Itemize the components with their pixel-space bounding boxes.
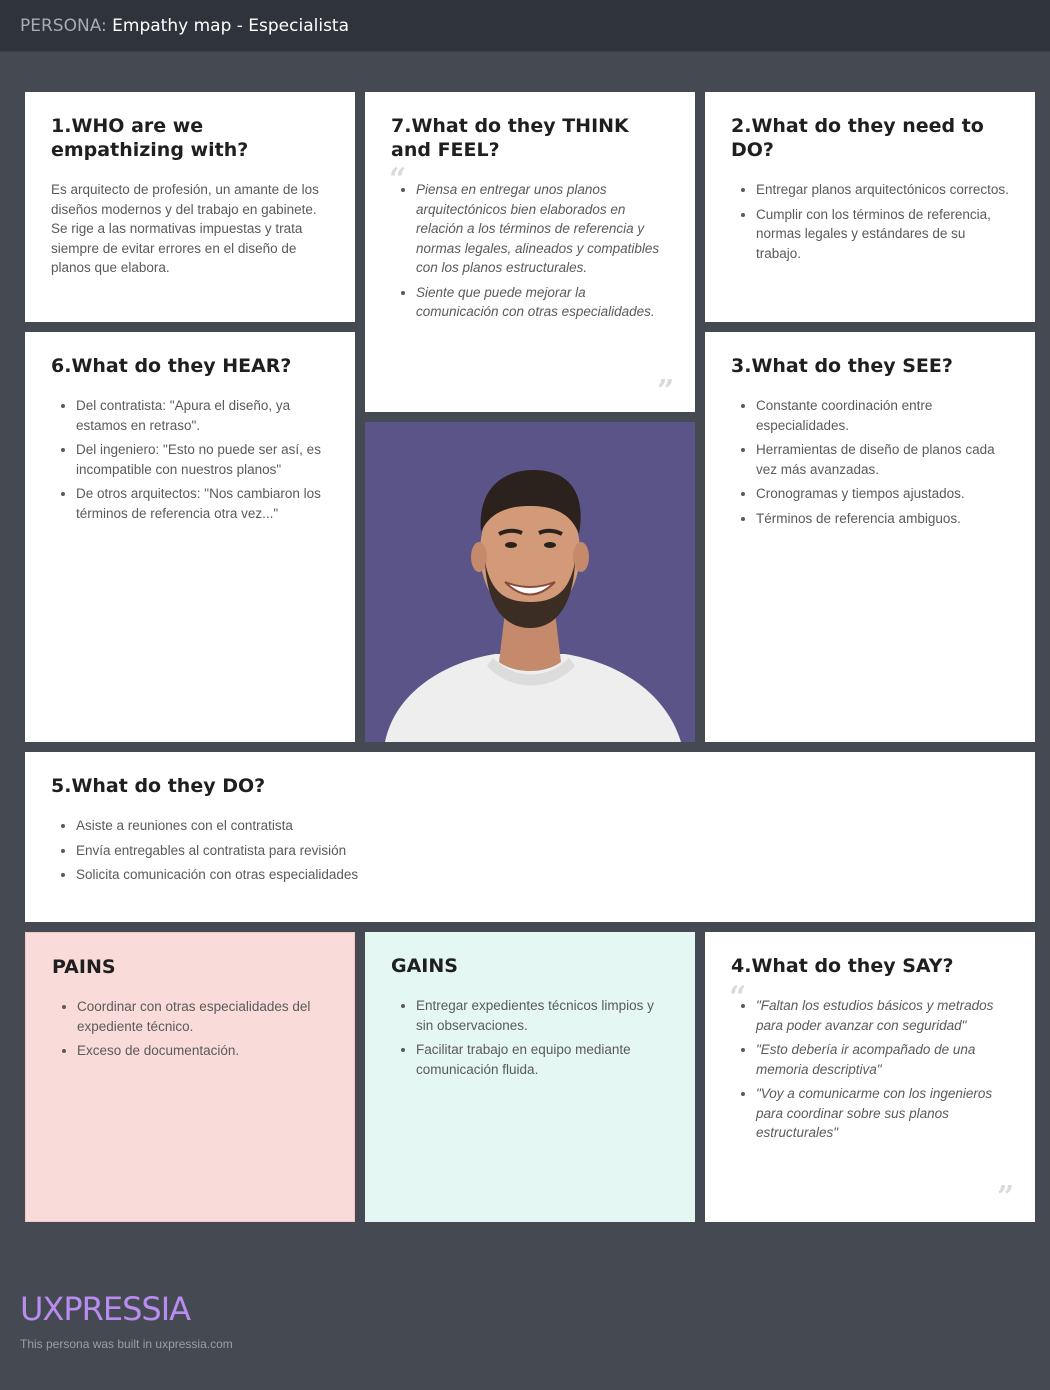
list-item: "Voy a comunicarme con los ingenieros pa…	[756, 1084, 1009, 1143]
do-card: 5.What do they DO? Asiste a reuniones co…	[25, 752, 1035, 922]
list-item: Términos de referencia ambiguos.	[756, 509, 1009, 529]
persona-prefix: PERSONA:	[20, 16, 107, 36]
gains-card: GAINS Entregar expedientes técnicos limp…	[365, 932, 695, 1222]
persona-avatar-icon	[365, 422, 695, 742]
footer-note: This persona was built in uxpressia.com	[20, 1337, 233, 1351]
pains-heading: PAINS	[52, 956, 116, 978]
list-item: Constante coordinación entre especialida…	[756, 396, 1009, 435]
who-card: 1.WHO are we empathizing with? Es arquit…	[25, 92, 355, 322]
list-item: Cumplir con los términos de referencia, …	[756, 205, 1009, 264]
list-item: Exceso de documentación.	[77, 1041, 328, 1061]
list-item: Siente que puede mejorar la comunicación…	[416, 283, 669, 322]
say-card: 4.What do they SAY? “ "Faltan los estudi…	[705, 932, 1035, 1222]
list-item: "Faltan los estudios básicos y metrados …	[756, 996, 1009, 1035]
think-feel-card: 7.What do they THINK and FEEL? “ Piensa …	[365, 92, 695, 412]
list-item: Piensa en entregar unos planos arquitect…	[416, 180, 669, 278]
who-heading: 1.WHO are we empathizing with?	[51, 115, 249, 161]
think-feel-list: Piensa en entregar unos planos arquitect…	[391, 180, 669, 322]
gains-list: Entregar expedientes técnicos limpios y …	[391, 996, 669, 1079]
do-heading: 5.What do they DO?	[51, 775, 266, 797]
list-item: Entregar planos arquitectónicos correcto…	[756, 180, 1009, 200]
say-list: "Faltan los estudios básicos y metrados …	[731, 996, 1009, 1143]
list-item: "Esto debería ir acompañado de una memor…	[756, 1040, 1009, 1079]
hear-card: 6.What do they HEAR? Del contratista: "A…	[25, 332, 355, 742]
list-item: Coordinar con otras especialidades del e…	[77, 997, 328, 1036]
quote-close-icon: ”	[997, 1180, 1015, 1215]
list-item: Envía entregables al contratista para re…	[76, 841, 1009, 861]
list-item: Cronogramas y tiempos ajustados.	[756, 484, 1009, 504]
pains-list: Coordinar con otras especialidades del e…	[52, 997, 328, 1061]
hear-list: Del contratista: "Apura el diseño, ya es…	[51, 396, 329, 523]
quote-close-icon: ”	[657, 374, 675, 409]
list-item: Del ingeniero: "Esto no puede ser así, e…	[76, 440, 329, 479]
hear-heading: 6.What do they HEAR?	[51, 355, 292, 377]
list-item: De otros arquitectos: "Nos cambiaron los…	[76, 484, 329, 523]
need-do-list: Entregar planos arquitectónicos correcto…	[731, 180, 1009, 263]
list-item: Solicita comunicación con otras especial…	[76, 865, 1009, 885]
quote-open-icon: “	[729, 980, 747, 1015]
see-heading: 3.What do they SEE?	[731, 355, 953, 377]
do-list: Asiste a reuniones con el contratista En…	[51, 816, 1009, 885]
list-item: Entregar expedientes técnicos limpios y …	[416, 996, 669, 1035]
header-bar: PERSONA: Empathy map - Especialista	[0, 0, 1050, 52]
quote-open-icon: “	[389, 162, 407, 197]
who-text: Es arquitecto de profesión, un amante de…	[51, 182, 319, 275]
persona-photo	[365, 422, 695, 742]
need-do-card: 2.What do they need to DO? Entregar plan…	[705, 92, 1035, 322]
need-do-heading: 2.What do they need to DO?	[731, 115, 984, 161]
persona-title: Empathy map - Especialista	[112, 16, 350, 36]
see-list: Constante coordinación entre especialida…	[731, 396, 1009, 528]
uxpressia-logo[interactable]: UXPRESSIA	[20, 1290, 191, 1328]
see-card: 3.What do they SEE? Constante coordinaci…	[705, 332, 1035, 742]
list-item: Herramientas de diseño de planos cada ve…	[756, 440, 1009, 479]
say-heading: 4.What do they SAY?	[731, 955, 954, 977]
page-title: PERSONA: Empathy map - Especialista	[20, 16, 349, 36]
think-feel-heading: 7.What do they THINK and FEEL?	[391, 115, 629, 161]
list-item: Del contratista: "Apura el diseño, ya es…	[76, 396, 329, 435]
list-item: Facilitar trabajo en equipo mediante com…	[416, 1040, 669, 1079]
list-item: Asiste a reuniones con el contratista	[76, 816, 1009, 836]
pains-card: PAINS Coordinar con otras especialidades…	[25, 932, 355, 1222]
gains-heading: GAINS	[391, 955, 458, 977]
